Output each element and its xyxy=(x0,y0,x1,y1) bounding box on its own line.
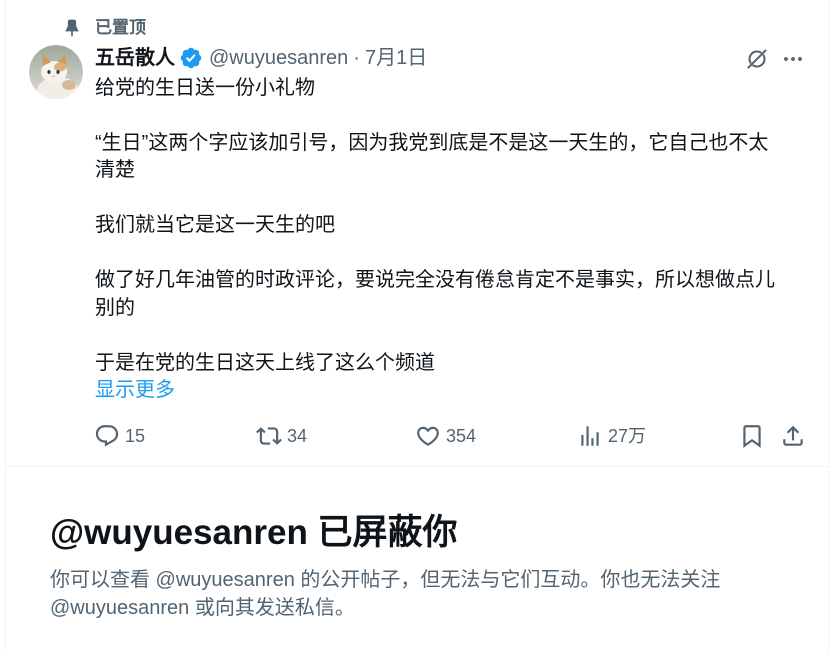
more-icon[interactable] xyxy=(781,47,805,71)
repost-count: 34 xyxy=(287,426,308,446)
share-button[interactable] xyxy=(780,423,806,449)
views-icon[interactable] xyxy=(577,423,603,449)
post-text-line: 我们就当它是这一天生的吧 xyxy=(95,214,335,236)
post-text-line: 给党的生日送一份小礼物 xyxy=(95,76,315,99)
repost-icon[interactable] xyxy=(256,423,282,449)
author-name[interactable]: 五岳散人 xyxy=(95,45,175,71)
post-paragraph: “生日”这两个字应该加引号，因为我党到底是不是这一天生的，它自己也不太 清楚 xyxy=(95,130,808,185)
post-text-line: “生日”这两个字应该加引号，因为我党到底是不是这一天生的，它自己也不太 xyxy=(95,131,769,154)
timeline-column: 已置顶 五岳散人 @wuyuesanren · 7月1日 给党的生日送一份小礼物… xyxy=(5,0,829,652)
show-more-link[interactable]: 显示更多 xyxy=(95,377,808,405)
verified-badge-icon[interactable] xyxy=(179,46,203,70)
reply-count: 15 xyxy=(125,426,146,446)
header-separator: · xyxy=(353,47,360,69)
post-paragraph: 我们就当它是这一天生的吧 xyxy=(95,212,808,240)
post-text-line: 别的 xyxy=(95,296,135,319)
blocked-title: @wuyuesanren 已屏蔽你 xyxy=(50,513,458,552)
post-text: 给党的生日送一份小礼物 “生日”这两个字应该加引号，因为我党到底是不是这一天生的… xyxy=(95,75,808,405)
post-date[interactable]: 7月1日 xyxy=(365,45,427,71)
share-icon[interactable] xyxy=(780,423,806,449)
post-paragraph: 给党的生日送一份小礼物 xyxy=(95,75,808,103)
grok-icon[interactable] xyxy=(745,47,769,71)
pinned-label: 已置顶 xyxy=(95,18,146,37)
reply-button[interactable]: 15 xyxy=(94,423,145,449)
reply-icon[interactable] xyxy=(94,423,120,449)
post-header: 五岳散人 @wuyuesanren · 7月1日 xyxy=(95,45,427,71)
divider xyxy=(6,466,828,467)
post-text-line: 清楚 xyxy=(95,159,135,181)
blocked-description-line: @wuyuesanren 或向其发送私信。 xyxy=(50,597,355,619)
author-handle[interactable]: @wuyuesanren xyxy=(209,45,348,71)
post-paragraph: 做了好几年油管的时政评论，要说完全没有倦怠肯定不是事实，所以想做点儿 别的 xyxy=(95,267,808,322)
post-paragraph: 于是在党的生日这天上线了这么个频道 xyxy=(95,350,808,378)
repost-button[interactable]: 34 xyxy=(256,423,307,449)
views-count: 27万 xyxy=(608,426,647,446)
blocked-description-line: 你可以查看 @wuyuesanren 的公开帖子，但无法与它们互动。你也无法关注 xyxy=(50,569,721,591)
bookmark-icon[interactable] xyxy=(739,423,765,449)
bookmark-button[interactable] xyxy=(739,423,765,449)
like-count: 354 xyxy=(446,426,477,446)
avatar[interactable] xyxy=(29,45,83,99)
like-button[interactable]: 354 xyxy=(415,423,476,449)
blocked-description: 你可以查看 @wuyuesanren 的公开帖子，但无法与它们互动。你也无法关注… xyxy=(50,566,720,622)
post-text-line: 于是在党的生日这天上线了这么个频道 xyxy=(95,351,435,374)
views-button[interactable]: 27万 xyxy=(577,423,646,449)
post-text-line: 做了好几年油管的时政评论，要说完全没有倦怠肯定不是事实，所以想做点儿 xyxy=(95,269,775,291)
pin-icon xyxy=(62,18,82,38)
heart-icon[interactable] xyxy=(415,423,441,449)
